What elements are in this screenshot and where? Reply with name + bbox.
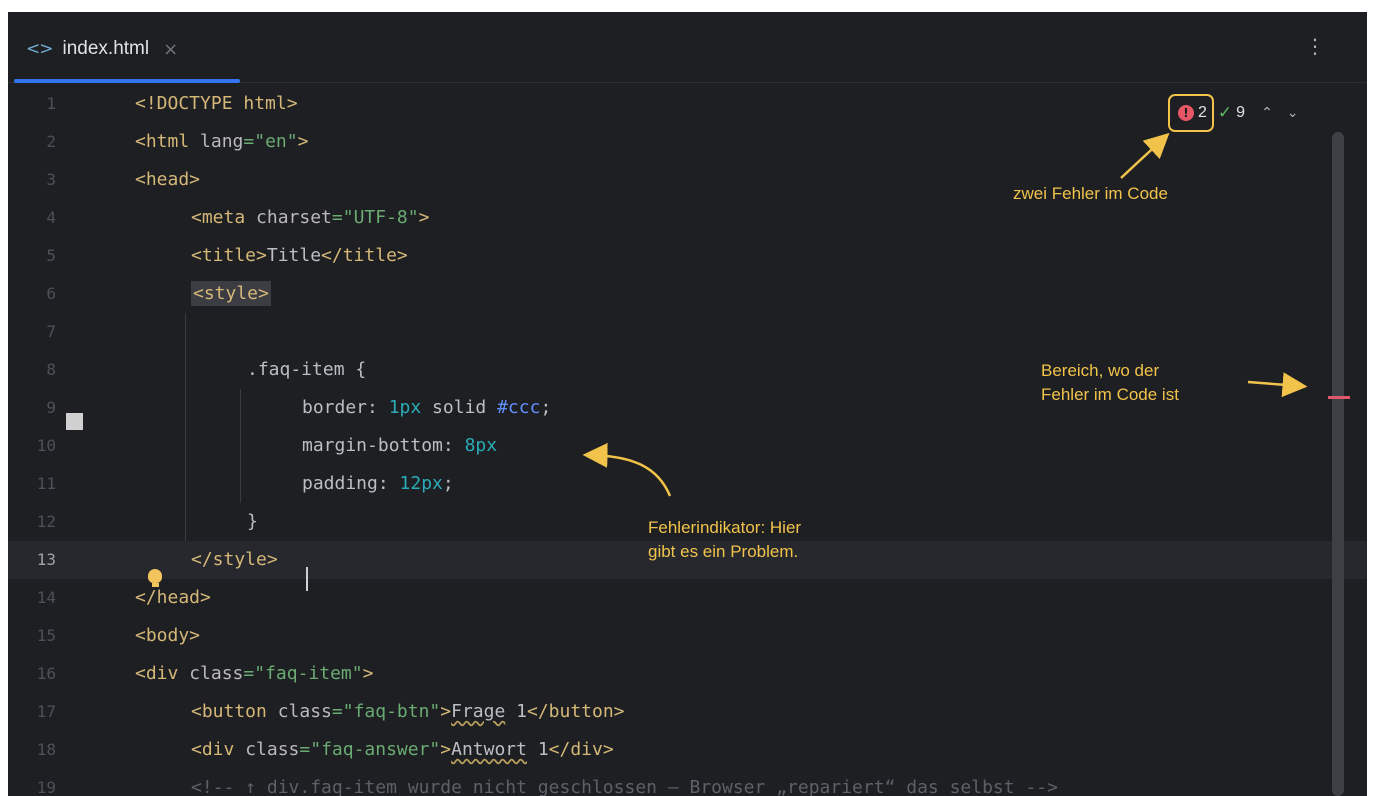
editor-window: <> index.html × ⋮ 1 <!DOCTYPE html> 2 <h… xyxy=(8,12,1367,796)
arrow-to-error-counter xyxy=(1120,132,1170,179)
annotation-errors: zwei Fehler im Code xyxy=(1013,184,1168,203)
arrow-to-error-stripe xyxy=(1247,372,1308,398)
arrow-to-error-indicator xyxy=(582,442,672,497)
annotation-area: Bereich, wo der Fehler im Code ist xyxy=(1041,361,1179,404)
annotation-indicator: Fehlerindikator: Hier gibt es ein Proble… xyxy=(648,518,802,561)
